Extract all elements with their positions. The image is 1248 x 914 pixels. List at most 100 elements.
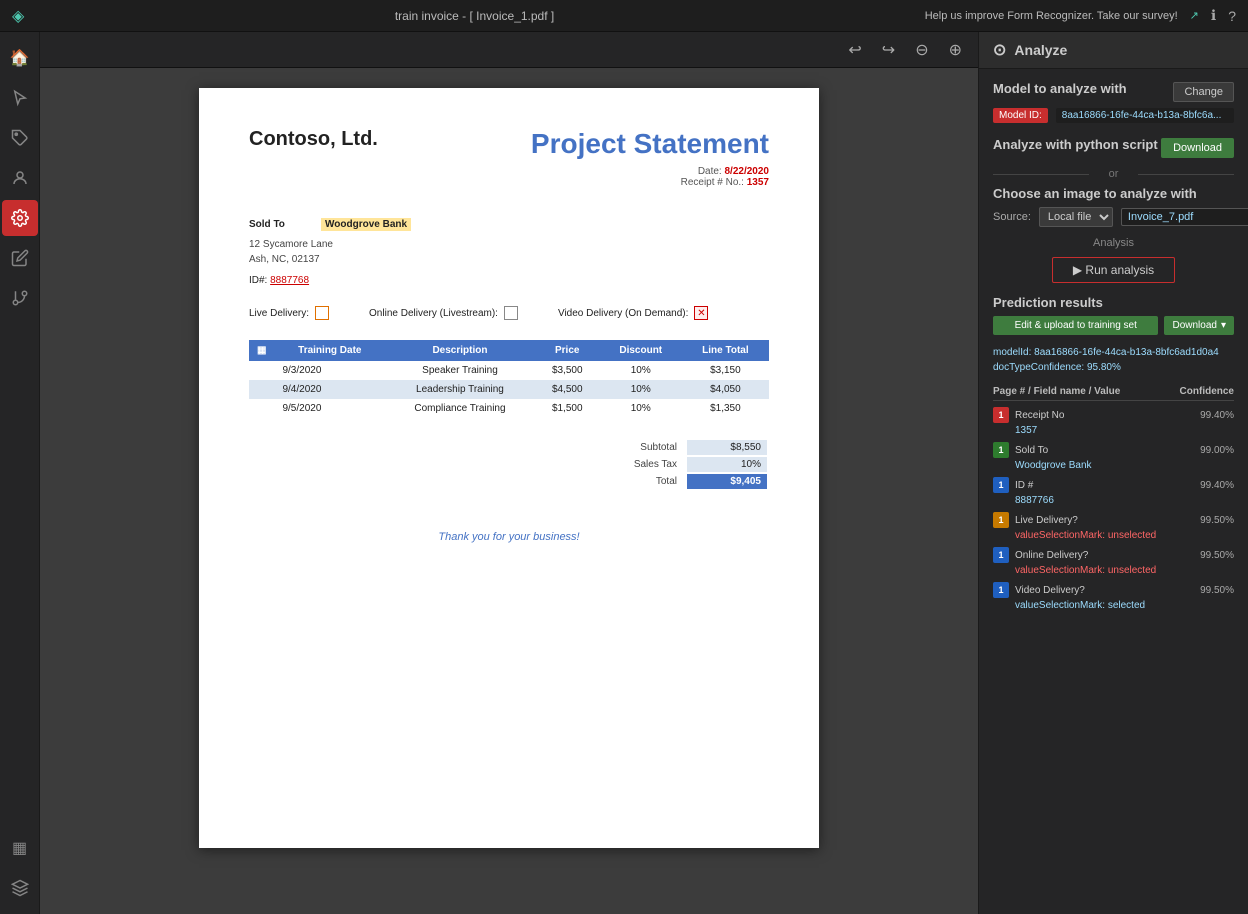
results-table-header: Page # / Field name / Value Confidence [993,383,1234,401]
result-item: 1 ID # 99.40% 8887766 [993,475,1234,506]
file-input[interactable] [1121,208,1248,226]
logo-icon: ◈ [12,6,24,26]
model-section-title: Model to analyze with [993,81,1127,96]
sidebar: 🏠 ▦ [0,32,40,914]
sidebar-item-settings[interactable] [2,200,38,236]
page-badge: 1 [993,407,1009,423]
zoom-out-button[interactable]: ⊖ [911,36,932,64]
model-id-label: Model ID: [993,108,1048,123]
prediction-results-section: Prediction results Edit & upload to trai… [993,295,1234,611]
online-delivery-box [504,306,518,320]
model-info: modelId: 8aa16866-16fe-44ca-b13a-8bfc6ad… [993,345,1234,375]
page-badge: 1 [993,582,1009,598]
live-delivery-box [315,306,329,320]
confidence-value: 99.50% [1200,550,1234,561]
external-link-icon[interactable]: ↗ [1190,9,1199,22]
col-icon: ▦ [249,340,274,361]
page-badge: 1 [993,477,1009,493]
confidence-value: 99.50% [1200,585,1234,596]
zoom-in-button[interactable]: ⊕ [945,36,966,64]
address: 12 Sycamore Lane Ash, NC, 02137 [249,237,411,267]
sidebar-item-compose[interactable] [2,240,38,276]
undo-button[interactable]: ↩ [844,36,865,64]
confidence-value: 99.40% [1200,480,1234,491]
invoice-table: ▦ Training Date Description Price Discou… [249,340,769,418]
col-total: Line Total [682,340,769,361]
analyze-icon: ⊙ [993,40,1006,60]
col-confidence: Confidence [1180,386,1234,397]
result-row: 1 ID # 99.40% [993,475,1234,495]
result-row: 1 Video Delivery? 99.50% [993,580,1234,600]
totals-section: Subtotal $8,550 Sales Tax 10% Total $9,4… [249,438,769,491]
id-value: 8887768 [270,275,309,286]
sidebar-item-branch[interactable] [2,280,38,316]
sidebar-item-layers[interactable] [2,870,38,906]
sidebar-item-person[interactable] [2,160,38,196]
redo-button[interactable]: ↪ [878,36,899,64]
field-value: Woodgrove Bank [993,460,1234,471]
table-row: 9/4/2020 Leadership Training $4,500 10% … [249,380,769,399]
content-area: ↩ ↪ ⊖ ⊕ Contoso, Ltd. Project Statement … [40,32,1248,914]
row-total: $4,050 [682,380,769,399]
analyze-python-section: Analyze with python script Download [993,137,1234,158]
col-desc: Description [385,340,535,361]
sidebar-item-home[interactable]: 🏠 [2,40,38,76]
source-label: Source: [993,211,1031,223]
video-delivery-label: Video Delivery (On Demand): [558,308,688,319]
row-icon [249,380,274,399]
doc-title: Project Statement [531,128,769,160]
model-id-value: 8aa16866-16fe-44ca-b13a-8bfc6a... [1056,108,1234,123]
sold-to-section: Sold To Woodgrove Bank 12 Sycamore Lane … [249,218,769,286]
analysis-section: Analysis ▶ Run analysis [993,237,1234,283]
row-desc: Compliance Training [385,399,535,418]
change-button[interactable]: Change [1173,82,1234,102]
row-discount: 10% [600,380,682,399]
confidence-value: 99.40% [1200,410,1234,421]
video-delivery-checkbox: Video Delivery (On Demand): ✕ [558,306,708,320]
info-icon[interactable]: ℹ [1211,7,1216,24]
page-badge: 1 [993,547,1009,563]
thank-you: Thank you for your business! [249,531,769,543]
main-layout: 🏠 ▦ ↩ ↪ ⊖ ⊕ [0,32,1248,914]
field-value: 8887766 [993,495,1234,506]
choose-image-title: Choose an image to analyze with [993,186,1234,201]
row-discount: 10% [600,399,682,418]
question-icon[interactable]: ? [1228,8,1236,24]
run-analysis-button[interactable]: ▶ Run analysis [1052,257,1175,283]
row-date: 9/5/2020 [274,399,385,418]
field-name: Receipt No [1015,410,1194,421]
result-item: 1 Sold To 99.00% Woodgrove Bank [993,440,1234,471]
video-delivery-box: ✕ [694,306,708,320]
sold-to-value: Woodgrove Bank [321,218,411,231]
prediction-buttons: Edit & upload to training set Download ▾ [993,316,1234,335]
col-discount: Discount [600,340,682,361]
pdf-page: Contoso, Ltd. Project Statement Date: 8/… [199,88,819,848]
model-id-row: Model ID: 8aa16866-16fe-44ca-b13a-8bfc6a… [993,108,1234,123]
download-button[interactable]: Download [1161,138,1234,158]
row-price: $1,500 [535,399,600,418]
sidebar-item-select[interactable] [2,80,38,116]
model-to-analyze-section: Model to analyze with Change Model ID: 8… [993,81,1234,123]
download-dropdown-button[interactable]: Download ▾ [1164,316,1234,335]
subtotal-value: $8,550 [687,440,767,455]
doc-confidence-label: docTypeConfidence: [993,362,1084,373]
panel-body[interactable]: Model to analyze with Change Model ID: 8… [979,69,1248,914]
survey-text: Help us improve Form Recognizer. Take ou… [925,10,1178,22]
source-select[interactable]: Local file [1039,207,1113,227]
row-date: 9/3/2020 [274,361,385,380]
analysis-header: Analysis [993,237,1234,249]
pdf-viewer[interactable]: ↩ ↪ ⊖ ⊕ Contoso, Ltd. Project Statement … [40,32,978,914]
sales-tax-value: 10% [687,457,767,472]
row-total: $3,150 [682,361,769,380]
sidebar-item-tag[interactable] [2,120,38,156]
edit-upload-button[interactable]: Edit & upload to training set [993,316,1158,335]
result-row: 1 Live Delivery? 99.50% [993,510,1234,530]
choose-image-section: Choose an image to analyze with Source: … [993,186,1234,227]
row-date: 9/4/2020 [274,380,385,399]
result-item: 1 Online Delivery? 99.50% valueSelection… [993,545,1234,576]
row-desc: Leadership Training [385,380,535,399]
sidebar-item-table[interactable]: ▦ [2,830,38,866]
subtotal-label: Subtotal [626,440,685,455]
prediction-title: Prediction results [993,295,1234,310]
col-page-field: Page # / Field name / Value [993,386,1120,397]
